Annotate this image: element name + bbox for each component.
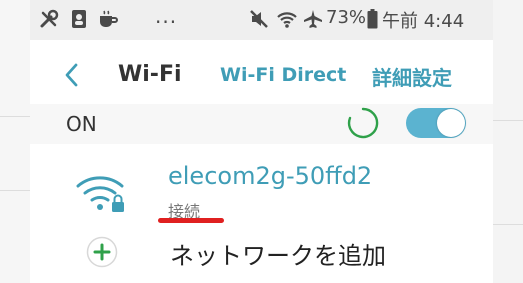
airplane-icon (302, 8, 324, 30)
divider (0, 116, 30, 117)
cup-icon (96, 8, 120, 30)
contacts-icon (68, 8, 90, 30)
plus-circle-icon (86, 236, 118, 268)
network-name: elecom2g-50ffd2 (168, 162, 373, 190)
page-title: Wi-Fi (118, 62, 182, 87)
power-label: ON (66, 112, 97, 136)
clock: 午前 4:44 (382, 11, 465, 32)
wifi-direct-button[interactable]: Wi-Fi Direct (220, 64, 346, 86)
annotation-underline (158, 218, 224, 223)
chevron-left-icon[interactable] (60, 62, 84, 88)
toggle-knob (437, 109, 465, 137)
status-bar: ... 73% 午前 4:44 (30, 0, 493, 40)
advanced-settings-button[interactable]: 詳細設定 (372, 62, 452, 91)
tools-icon (38, 8, 60, 30)
add-network-label: ネットワークを追加 (170, 242, 386, 270)
wifi-power-row[interactable]: ON (30, 104, 493, 144)
mute-icon (248, 8, 270, 30)
network-list-item[interactable]: elecom2g-50ffd2 接続 (30, 144, 493, 230)
battery-percent: 73% (326, 7, 367, 28)
wifi-signal-icon (275, 8, 299, 30)
wifi-lock-icon (74, 170, 130, 216)
add-network-item[interactable]: ネットワークを追加 (30, 230, 493, 283)
header: Wi-Fi Wi-Fi Direct 詳細設定 (30, 40, 493, 110)
loading-spinner-icon (346, 106, 380, 140)
battery-icon (366, 8, 378, 30)
status-more: ... (155, 4, 178, 28)
divider (493, 224, 523, 225)
left-background (0, 0, 30, 283)
wifi-toggle[interactable] (406, 108, 466, 138)
right-background (493, 0, 523, 283)
divider (0, 190, 30, 191)
divider (493, 120, 523, 121)
